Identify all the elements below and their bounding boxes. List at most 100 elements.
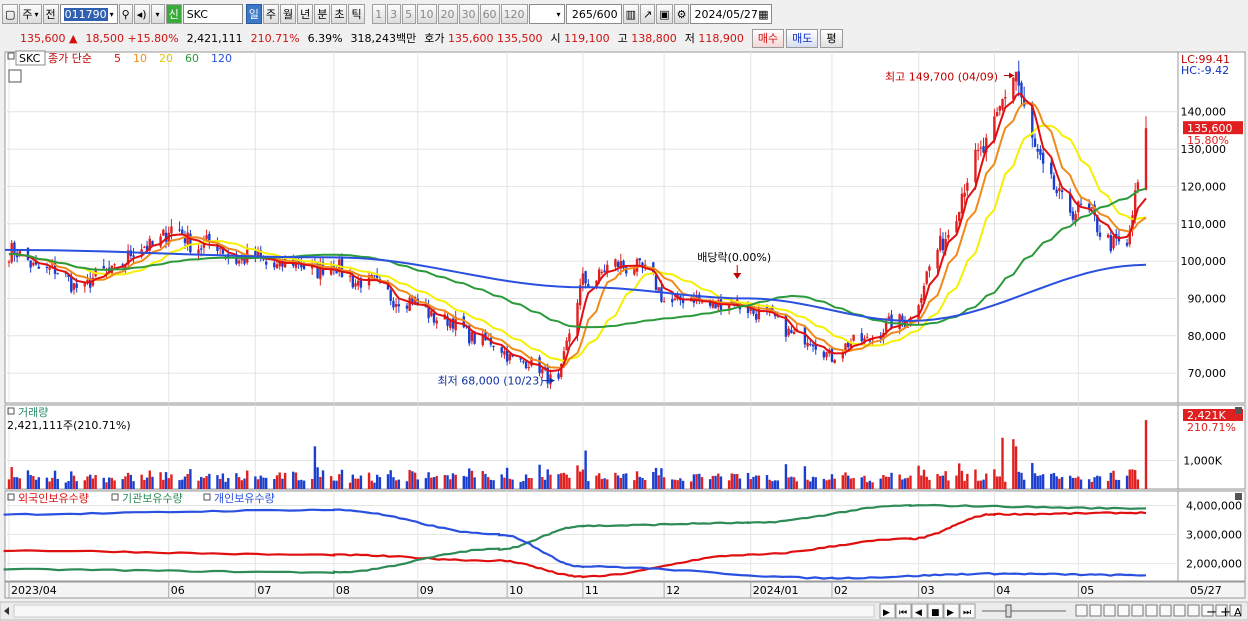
buy-button[interactable]: 매수 [751, 28, 785, 48]
candle-type-icon[interactable]: ▥ [622, 4, 639, 24]
period-select[interactable]: 주 ▾ [19, 4, 42, 24]
tool-icon[interactable] [1117, 604, 1130, 617]
volume-bar [976, 480, 980, 489]
candle-body [1017, 71, 1020, 86]
prev-button[interactable]: 전 [42, 4, 59, 24]
period-tab[interactable]: 주 [262, 4, 279, 24]
price-tick-label: 110,000 [1181, 218, 1227, 231]
zoom-in-icon: + [1220, 605, 1231, 620]
tool-icon[interactable] [1187, 604, 1200, 617]
volume-bar [746, 472, 750, 489]
volume-bar [1050, 473, 1053, 489]
volume-bar [974, 469, 977, 489]
last-pct-label: 15.80% [1187, 134, 1229, 147]
interval-tab[interactable]: 120 [500, 4, 528, 24]
interval-tab[interactable]: 20 [437, 4, 458, 24]
volume-bar [579, 471, 582, 489]
volume-panel-close-icon[interactable] [1235, 407, 1242, 414]
volume-bar [275, 475, 279, 489]
dropdown-icon[interactable]: ▾ [150, 4, 165, 24]
candle-body [1036, 148, 1039, 152]
volume-title: 거래량 [18, 406, 48, 419]
interval-tab[interactable]: 1 [371, 4, 386, 24]
volume-bar [941, 475, 945, 489]
count-field[interactable]: 265/600 [565, 4, 622, 24]
interval-custom-select[interactable]: ▾ [528, 4, 565, 24]
volume-bar [538, 464, 541, 489]
zoom-slider-thumb[interactable] [1005, 604, 1012, 618]
draw-tool-icon[interactable]: ↗ [639, 4, 656, 24]
eval-button[interactable]: 평 [820, 28, 843, 48]
interval-tab[interactable]: 5 [401, 4, 416, 24]
volume-bar [643, 479, 647, 489]
period-tab[interactable]: 분 [314, 4, 331, 24]
volume-bar [354, 478, 357, 489]
chevron-down-icon[interactable]: ▾ [110, 10, 114, 19]
candle-body [979, 147, 983, 149]
volume-bar [45, 477, 49, 489]
date-field[interactable]: 2024/05/27 ▦ [690, 4, 773, 24]
volume-bar [1093, 477, 1096, 489]
volume-bar [860, 477, 863, 489]
gear-icon[interactable]: ⚙ [673, 4, 690, 24]
candle-body [500, 347, 503, 353]
volume-bar [508, 478, 512, 489]
candle-body [757, 307, 761, 320]
tool-icon[interactable] [1145, 604, 1158, 617]
period-tab[interactable]: 년 [297, 4, 314, 24]
volume-bar [224, 481, 227, 489]
volume-bar [995, 476, 999, 489]
volume-bar [960, 470, 964, 489]
volume-bar [148, 470, 151, 489]
volume-bar [443, 475, 447, 489]
volume-bar [522, 480, 525, 489]
volume-bar [662, 477, 666, 489]
volume-bar [32, 476, 35, 489]
candle-body [662, 301, 666, 303]
search-icon[interactable]: ⚲ [118, 4, 133, 24]
period-tab[interactable]: 초 [331, 4, 348, 24]
candle-body [522, 361, 525, 363]
low-annotation: 최저 68,000 (10/23) [438, 375, 544, 388]
sell-button[interactable]: 매도 [786, 28, 819, 48]
tool-icon[interactable] [1103, 604, 1116, 617]
calendar-icon[interactable]: ▦ [758, 8, 768, 21]
period-tab[interactable]: 일 [245, 4, 262, 24]
volume-bar [730, 473, 734, 489]
volume-bar [505, 467, 509, 489]
scrollbar-track[interactable] [13, 604, 875, 618]
volume-bar [129, 474, 133, 489]
candle-body [925, 271, 928, 284]
chart-area[interactable]: 70,000 80,000 90,000 100,000 110,000 120,000 1… [0, 50, 1248, 621]
tool-icon[interactable] [1173, 604, 1186, 617]
interval-tab[interactable]: 10 [416, 4, 437, 24]
stock-code-input[interactable]: 011790 ▾ [59, 4, 118, 24]
volume-bar [389, 470, 392, 489]
holdings-panel-close-icon[interactable] [1235, 493, 1242, 500]
period-tab[interactable]: 월 [279, 4, 297, 24]
volume-bar [1131, 469, 1134, 489]
volume-bar [963, 480, 966, 489]
tool-icon[interactable] [1159, 604, 1172, 617]
candle-body [524, 361, 528, 369]
grid-toggle-icon[interactable] [8, 69, 22, 83]
candle-body [1144, 128, 1148, 190]
candle-body [790, 329, 793, 334]
volume-bar [811, 476, 815, 489]
tool-icon[interactable] [1089, 604, 1102, 617]
window-icon[interactable]: ▢ [2, 4, 19, 24]
candle-body [565, 340, 568, 351]
interval-tab[interactable]: 3 [386, 4, 401, 24]
speaker-icon[interactable]: ◂) [133, 4, 150, 24]
interval-tab[interactable]: 30 [458, 4, 479, 24]
x-tick-label: 12 [666, 584, 680, 597]
volume-bar [849, 478, 853, 489]
volume-bar [906, 477, 909, 489]
tool-icon[interactable] [1131, 604, 1144, 617]
save-icon[interactable]: ▣ [656, 4, 673, 24]
interval-tab[interactable]: 60 [479, 4, 500, 24]
candle-body [75, 283, 78, 288]
volume-bar [768, 479, 771, 489]
period-tab[interactable]: 틱 [348, 4, 365, 24]
tool-icon[interactable] [1075, 604, 1088, 617]
